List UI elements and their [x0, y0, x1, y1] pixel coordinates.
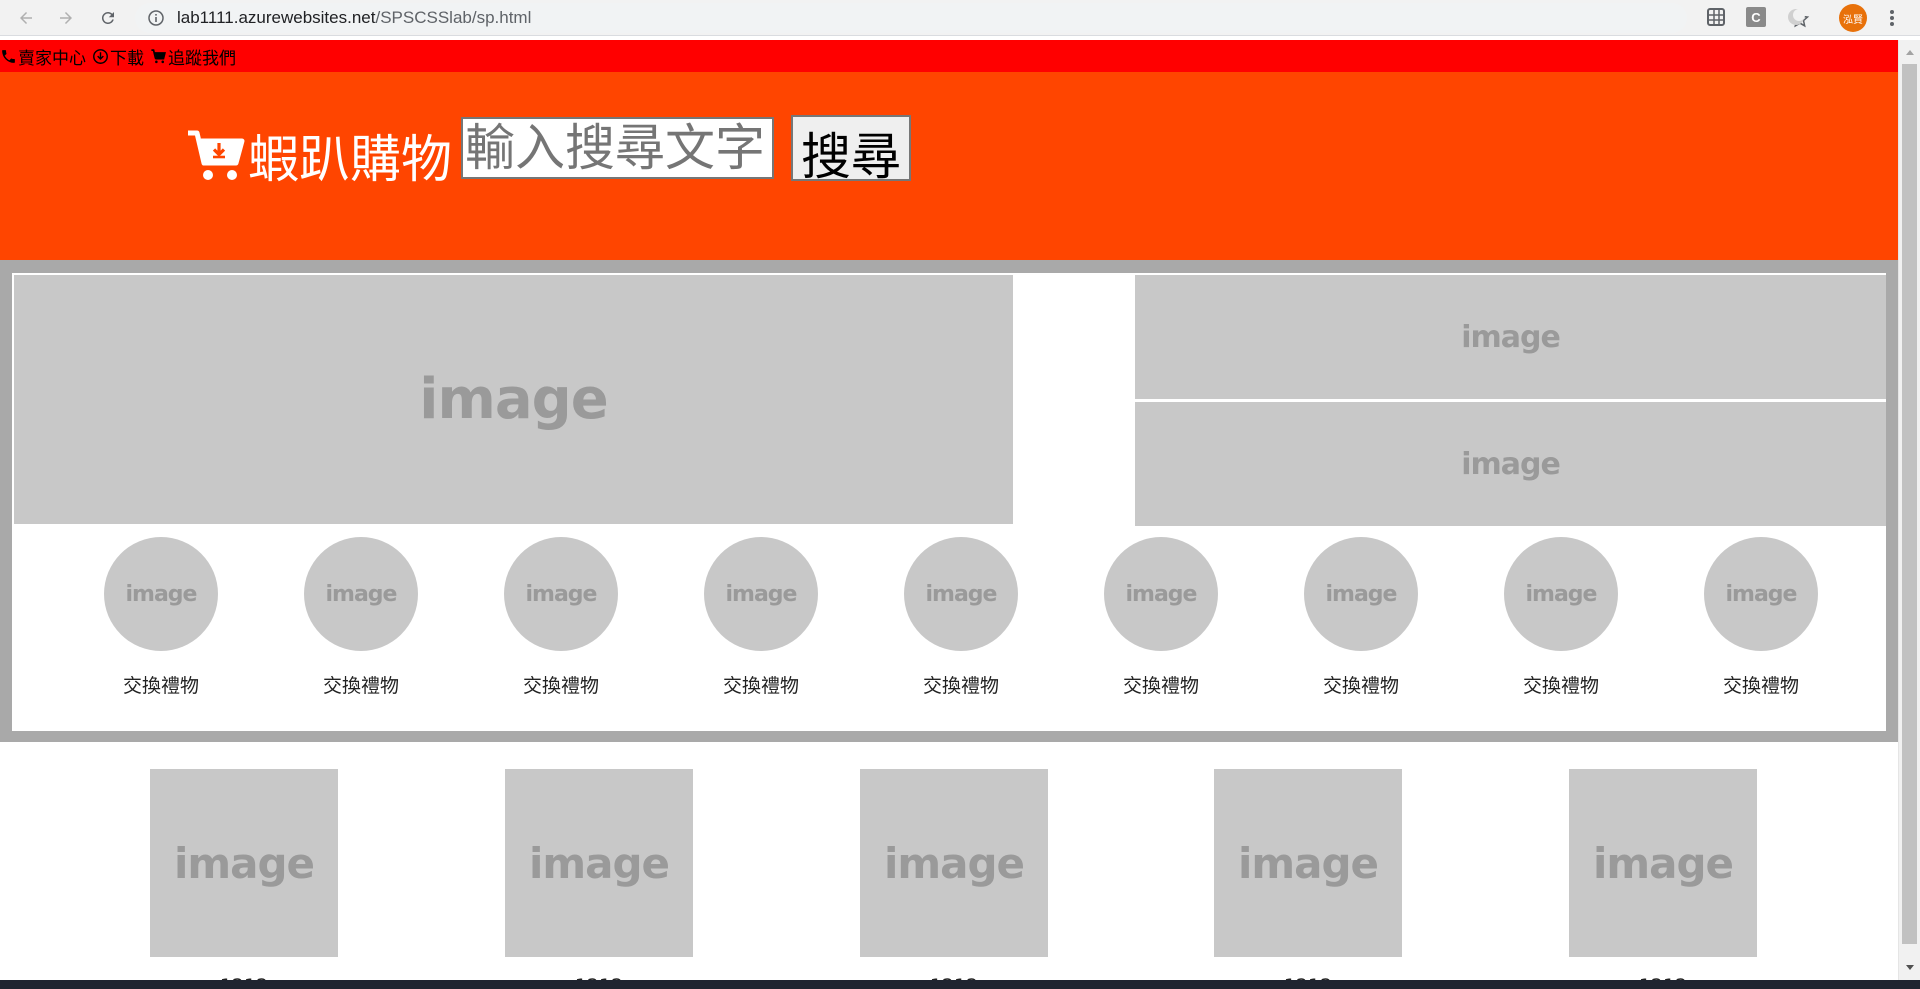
product-image: image	[1214, 769, 1402, 957]
arrow-right-icon	[60, 12, 72, 24]
search-button[interactable]: 搜尋	[791, 115, 911, 186]
scroll-down-arrow-icon[interactable]	[1906, 965, 1914, 970]
url-path: /SPSCSSlab/sp.html	[375, 8, 532, 27]
back-button[interactable]	[14, 6, 38, 30]
phone-icon	[2, 49, 15, 63]
seller-center-label: 賣家中心	[18, 48, 86, 69]
category-label: 交換禮物	[1122, 675, 1199, 697]
promo-box: image image image image 交換禮物 image 交換禮物 …	[12, 273, 1886, 731]
category-image: image	[504, 537, 618, 651]
category-image: image	[104, 537, 218, 651]
category-label: 交換禮物	[522, 675, 599, 697]
address-bar[interactable]: lab1111.azurewebsites.net/SPSCSSlab/sp.h…	[135, 3, 1810, 33]
category-image: image	[904, 537, 1018, 651]
category-item[interactable]: image 交換禮物	[1091, 537, 1231, 707]
category-item[interactable]: image 交換禮物	[1491, 537, 1631, 707]
reload-icon	[101, 11, 114, 24]
product-image: image	[150, 769, 338, 957]
category-label: 交換禮物	[1522, 675, 1599, 697]
category-item[interactable]: image 交換禮物	[891, 537, 1031, 707]
site-logo-text: 蝦趴購物	[248, 131, 453, 190]
arrow-left-icon	[20, 12, 32, 24]
product-card[interactable]: image 1212	[1214, 769, 1402, 980]
page-viewport: 賣家中心 下載 追蹤我們 蝦趴購物 搜尋 imag	[0, 40, 1898, 980]
product-card[interactable]: image 1212	[505, 769, 693, 980]
category-item[interactable]: image 交換禮物	[691, 537, 831, 707]
download-label: 下載	[110, 48, 144, 69]
seller-center-link[interactable]: 賣家中心	[0, 40, 86, 72]
product-card[interactable]: image 1212	[860, 769, 1048, 980]
category-item[interactable]: image 交換禮物	[1291, 537, 1431, 707]
side-banner-bottom-image[interactable]: image	[1135, 402, 1886, 526]
scroll-up-arrow-icon[interactable]	[1906, 50, 1914, 55]
category-item[interactable]: image 交換禮物	[91, 537, 231, 707]
category-label: 交換禮物	[922, 675, 999, 697]
top-link-bar: 賣家中心 下載 追蹤我們	[0, 40, 1898, 72]
reload-button[interactable]	[96, 6, 120, 30]
follow-us-link[interactable]: 追蹤我們	[150, 40, 236, 72]
main-banner-image[interactable]: image	[14, 275, 1013, 524]
category-item[interactable]: image 交換禮物	[1691, 537, 1831, 707]
cart-download-icon	[188, 130, 245, 180]
forward-button[interactable]	[54, 6, 78, 30]
product-image: image	[1569, 769, 1757, 957]
category-image: image	[1704, 537, 1818, 651]
profile-avatar[interactable]: 泓賢	[1839, 4, 1867, 32]
download-icon	[93, 48, 108, 64]
category-row: image 交換禮物 image 交換禮物 image 交換禮物 image 交…	[12, 537, 1886, 717]
cart-icon	[151, 48, 166, 63]
vertical-scrollbar[interactable]	[1898, 40, 1920, 980]
url-host: lab1111.azurewebsites.net	[177, 8, 376, 27]
follow-us-label: 追蹤我們	[168, 48, 236, 69]
category-label: 交換禮物	[722, 675, 799, 697]
category-image: image	[704, 537, 818, 651]
category-image: image	[304, 537, 418, 651]
site-header: 蝦趴購物 搜尋	[0, 72, 1898, 260]
download-link[interactable]: 下載	[92, 40, 144, 72]
browser-toolbar: lab1111.azurewebsites.net/SPSCSSlab/sp.h…	[0, 0, 1920, 36]
product-image: image	[860, 769, 1048, 957]
category-label: 交換禮物	[322, 675, 399, 697]
category-item[interactable]: image 交換禮物	[291, 537, 431, 707]
search-input[interactable]	[461, 117, 774, 179]
promo-section: image image image image 交換禮物 image 交換禮物 …	[0, 260, 1898, 742]
product-card[interactable]: image 1212	[1569, 769, 1757, 980]
category-image: image	[1104, 537, 1218, 651]
url-text: lab1111.azurewebsites.net/SPSCSSlab/sp.h…	[177, 8, 531, 28]
category-item[interactable]: image 交換禮物	[491, 537, 631, 707]
browser-menu-icon[interactable]	[1886, 6, 1898, 30]
side-banner-top-image[interactable]: image	[1135, 275, 1886, 399]
category-image: image	[1504, 537, 1618, 651]
scrollbar-thumb[interactable]	[1902, 64, 1917, 944]
info-icon	[148, 10, 164, 26]
extension-c-icon[interactable]: C	[1746, 7, 1766, 27]
product-card[interactable]: image 1212	[150, 769, 338, 980]
category-label: 交換禮物	[1722, 675, 1799, 697]
category-image: image	[1304, 537, 1418, 651]
product-row: image 1212 image 1212 image 1212 image 1…	[0, 769, 1898, 980]
taskbar-strip	[0, 980, 1920, 989]
extension-grid-icon[interactable]	[1706, 7, 1726, 27]
category-label: 交換禮物	[1322, 675, 1399, 697]
category-label: 交換禮物	[122, 675, 199, 697]
product-image: image	[505, 769, 693, 957]
site-logo[interactable]: 蝦趴購物	[186, 118, 452, 192]
extension-moon-icon[interactable]	[1786, 7, 1806, 27]
